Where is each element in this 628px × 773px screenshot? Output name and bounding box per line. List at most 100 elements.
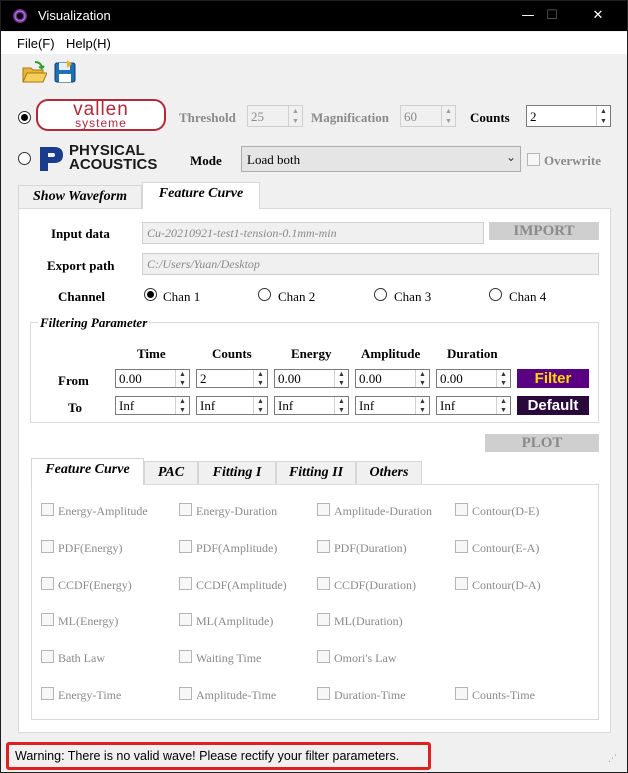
chan1-label: Chan 1	[163, 289, 201, 304]
subtab-panel	[31, 484, 599, 720]
spin-up-icon[interactable]: ▲	[335, 397, 348, 406]
spin-down-icon[interactable]: ▼	[416, 406, 429, 415]
spin-down-icon[interactable]: ▼	[335, 379, 348, 388]
option-label: PDF(Duration)	[334, 541, 407, 555]
from-amplitude-spinbox[interactable]: 0.00 ▲ ▼	[355, 369, 430, 388]
option-checkbox	[317, 540, 330, 553]
option-checkbox	[179, 650, 192, 663]
spin-up-icon[interactable]: ▲	[176, 397, 189, 406]
from-time-spinbox[interactable]: 0.00 ▲ ▼	[115, 369, 190, 388]
magnification-label: Magnification	[311, 110, 389, 125]
spin-down-icon[interactable]: ▼	[597, 116, 610, 126]
option-checkbox	[179, 540, 192, 553]
subtab-fitting-2[interactable]: Fitting II	[276, 461, 356, 485]
counts-spinbox[interactable]: 2 ▲ ▼	[526, 105, 611, 127]
input-data-label: Input data	[51, 226, 110, 241]
pac-logo-line2: ACOUSTICS	[69, 156, 158, 173]
spin-down-icon[interactable]: ▼	[254, 379, 267, 388]
spin-down-icon[interactable]: ▼	[497, 406, 510, 415]
spin-up-icon[interactable]: ▲	[335, 370, 348, 379]
plot-button-label: PLOT	[521, 435, 563, 451]
to-amplitude-value: Inf	[359, 398, 375, 413]
option-label: Energy-Amplitude	[58, 504, 148, 518]
from-counts-spinbox[interactable]: 2 ▲ ▼	[196, 369, 268, 388]
to-time-spinbox[interactable]: Inf ▲ ▼	[115, 396, 190, 415]
spin-down-icon: ▼	[445, 117, 452, 125]
mode-select[interactable]: Load both ⌄	[241, 146, 521, 172]
spin-down-icon[interactable]: ▼	[176, 406, 189, 415]
from-energy-spinbox[interactable]: 0.00 ▲ ▼	[274, 369, 349, 388]
option-checkbox	[41, 650, 54, 663]
chan4-radio[interactable]	[489, 288, 502, 301]
spin-down-icon[interactable]: ▼	[416, 379, 429, 388]
close-button[interactable]: ✕	[575, 1, 621, 31]
filter-button-label: Filter	[534, 370, 572, 387]
resize-grip-icon[interactable]: ⋰	[608, 754, 617, 764]
option-checkbox	[317, 577, 330, 590]
option-label: Contour(D-E)	[472, 504, 540, 518]
option-checkbox	[455, 540, 468, 553]
spin-up-icon[interactable]: ▲	[497, 370, 510, 379]
spin-down-icon: ▼	[292, 117, 299, 125]
save-disk-icon[interactable]	[53, 60, 77, 84]
option-checkbox	[179, 577, 192, 590]
subtab-others[interactable]: Others	[356, 461, 422, 485]
threshold-value: 25	[251, 109, 264, 124]
menu-help[interactable]: Help(H)	[66, 36, 111, 51]
option-checkbox	[317, 650, 330, 663]
tab-show-waveform[interactable]: Show Waveform	[18, 185, 142, 209]
from-time-value: 0.00	[119, 371, 142, 386]
vallen-logo-bottom: systeme	[75, 116, 127, 130]
export-path-field: C:/Users/Yuan/Desktop	[142, 253, 599, 275]
spin-down-icon[interactable]: ▼	[254, 406, 267, 415]
option-checkbox	[317, 613, 330, 626]
title-bar: Visualization — ☐ ✕	[1, 1, 627, 31]
from-duration-value: 0.00	[440, 371, 463, 386]
to-counts-spinbox[interactable]: Inf ▲ ▼	[196, 396, 268, 415]
to-energy-value: Inf	[278, 398, 294, 413]
spin-up-icon[interactable]: ▲	[254, 397, 267, 406]
menu-file[interactable]: File(F)	[17, 36, 55, 51]
default-button[interactable]: Default	[517, 396, 589, 415]
option-label: Contour(E-A)	[472, 541, 540, 555]
option-checkbox	[317, 687, 330, 700]
spin-up-icon[interactable]: ▲	[416, 370, 429, 379]
subtab-fitting-1[interactable]: Fitting I	[198, 461, 276, 485]
import-button: IMPORT	[489, 222, 599, 240]
status-message: Warning: There is no valid wave! Please …	[15, 749, 400, 763]
to-energy-spinbox[interactable]: Inf ▲ ▼	[274, 396, 349, 415]
chan1-radio[interactable]	[144, 288, 157, 301]
from-duration-spinbox[interactable]: 0.00 ▲ ▼	[436, 369, 511, 388]
open-folder-icon[interactable]	[21, 60, 47, 84]
chan3-radio[interactable]	[374, 288, 387, 301]
spin-up-icon[interactable]: ▲	[254, 370, 267, 379]
spin-up-icon[interactable]: ▲	[176, 370, 189, 379]
visualization-window: Visualization — ☐ ✕ File(F) Help(H) vall…	[0, 0, 628, 773]
col-duration: Duration	[447, 346, 498, 361]
to-duration-spinbox[interactable]: Inf ▲ ▼	[436, 396, 511, 415]
option-checkbox	[41, 503, 54, 516]
menu-bar: File(F) Help(H)	[1, 32, 627, 54]
to-amplitude-spinbox[interactable]: Inf ▲ ▼	[355, 396, 430, 415]
spin-up-icon[interactable]: ▲	[416, 397, 429, 406]
filter-button[interactable]: Filter	[517, 369, 589, 388]
col-counts: Counts	[212, 346, 252, 361]
app-icon	[13, 9, 27, 23]
option-label: ML(Amplitude)	[196, 614, 274, 628]
subtab-feature-curve[interactable]: Feature Curve	[31, 458, 144, 485]
vallen-radio[interactable]	[18, 111, 31, 124]
spin-up-icon[interactable]: ▲	[497, 397, 510, 406]
pac-radio[interactable]	[18, 152, 31, 165]
pac-logo: PHYSICAL ACOUSTICS	[37, 143, 167, 175]
spin-up-icon[interactable]: ▲	[597, 106, 610, 116]
chan2-radio[interactable]	[258, 288, 271, 301]
spin-down-icon[interactable]: ▼	[497, 379, 510, 388]
col-amplitude: Amplitude	[361, 346, 421, 361]
status-bar: Warning: There is no valid wave! Please …	[1, 742, 627, 772]
option-checkbox	[179, 687, 192, 700]
tab-feature-curve[interactable]: Feature Curve	[142, 182, 260, 209]
spin-down-icon[interactable]: ▼	[335, 406, 348, 415]
subtab-pac[interactable]: PAC	[144, 461, 198, 485]
spin-down-icon[interactable]: ▼	[176, 379, 189, 388]
option-label: Waiting Time	[196, 651, 262, 665]
